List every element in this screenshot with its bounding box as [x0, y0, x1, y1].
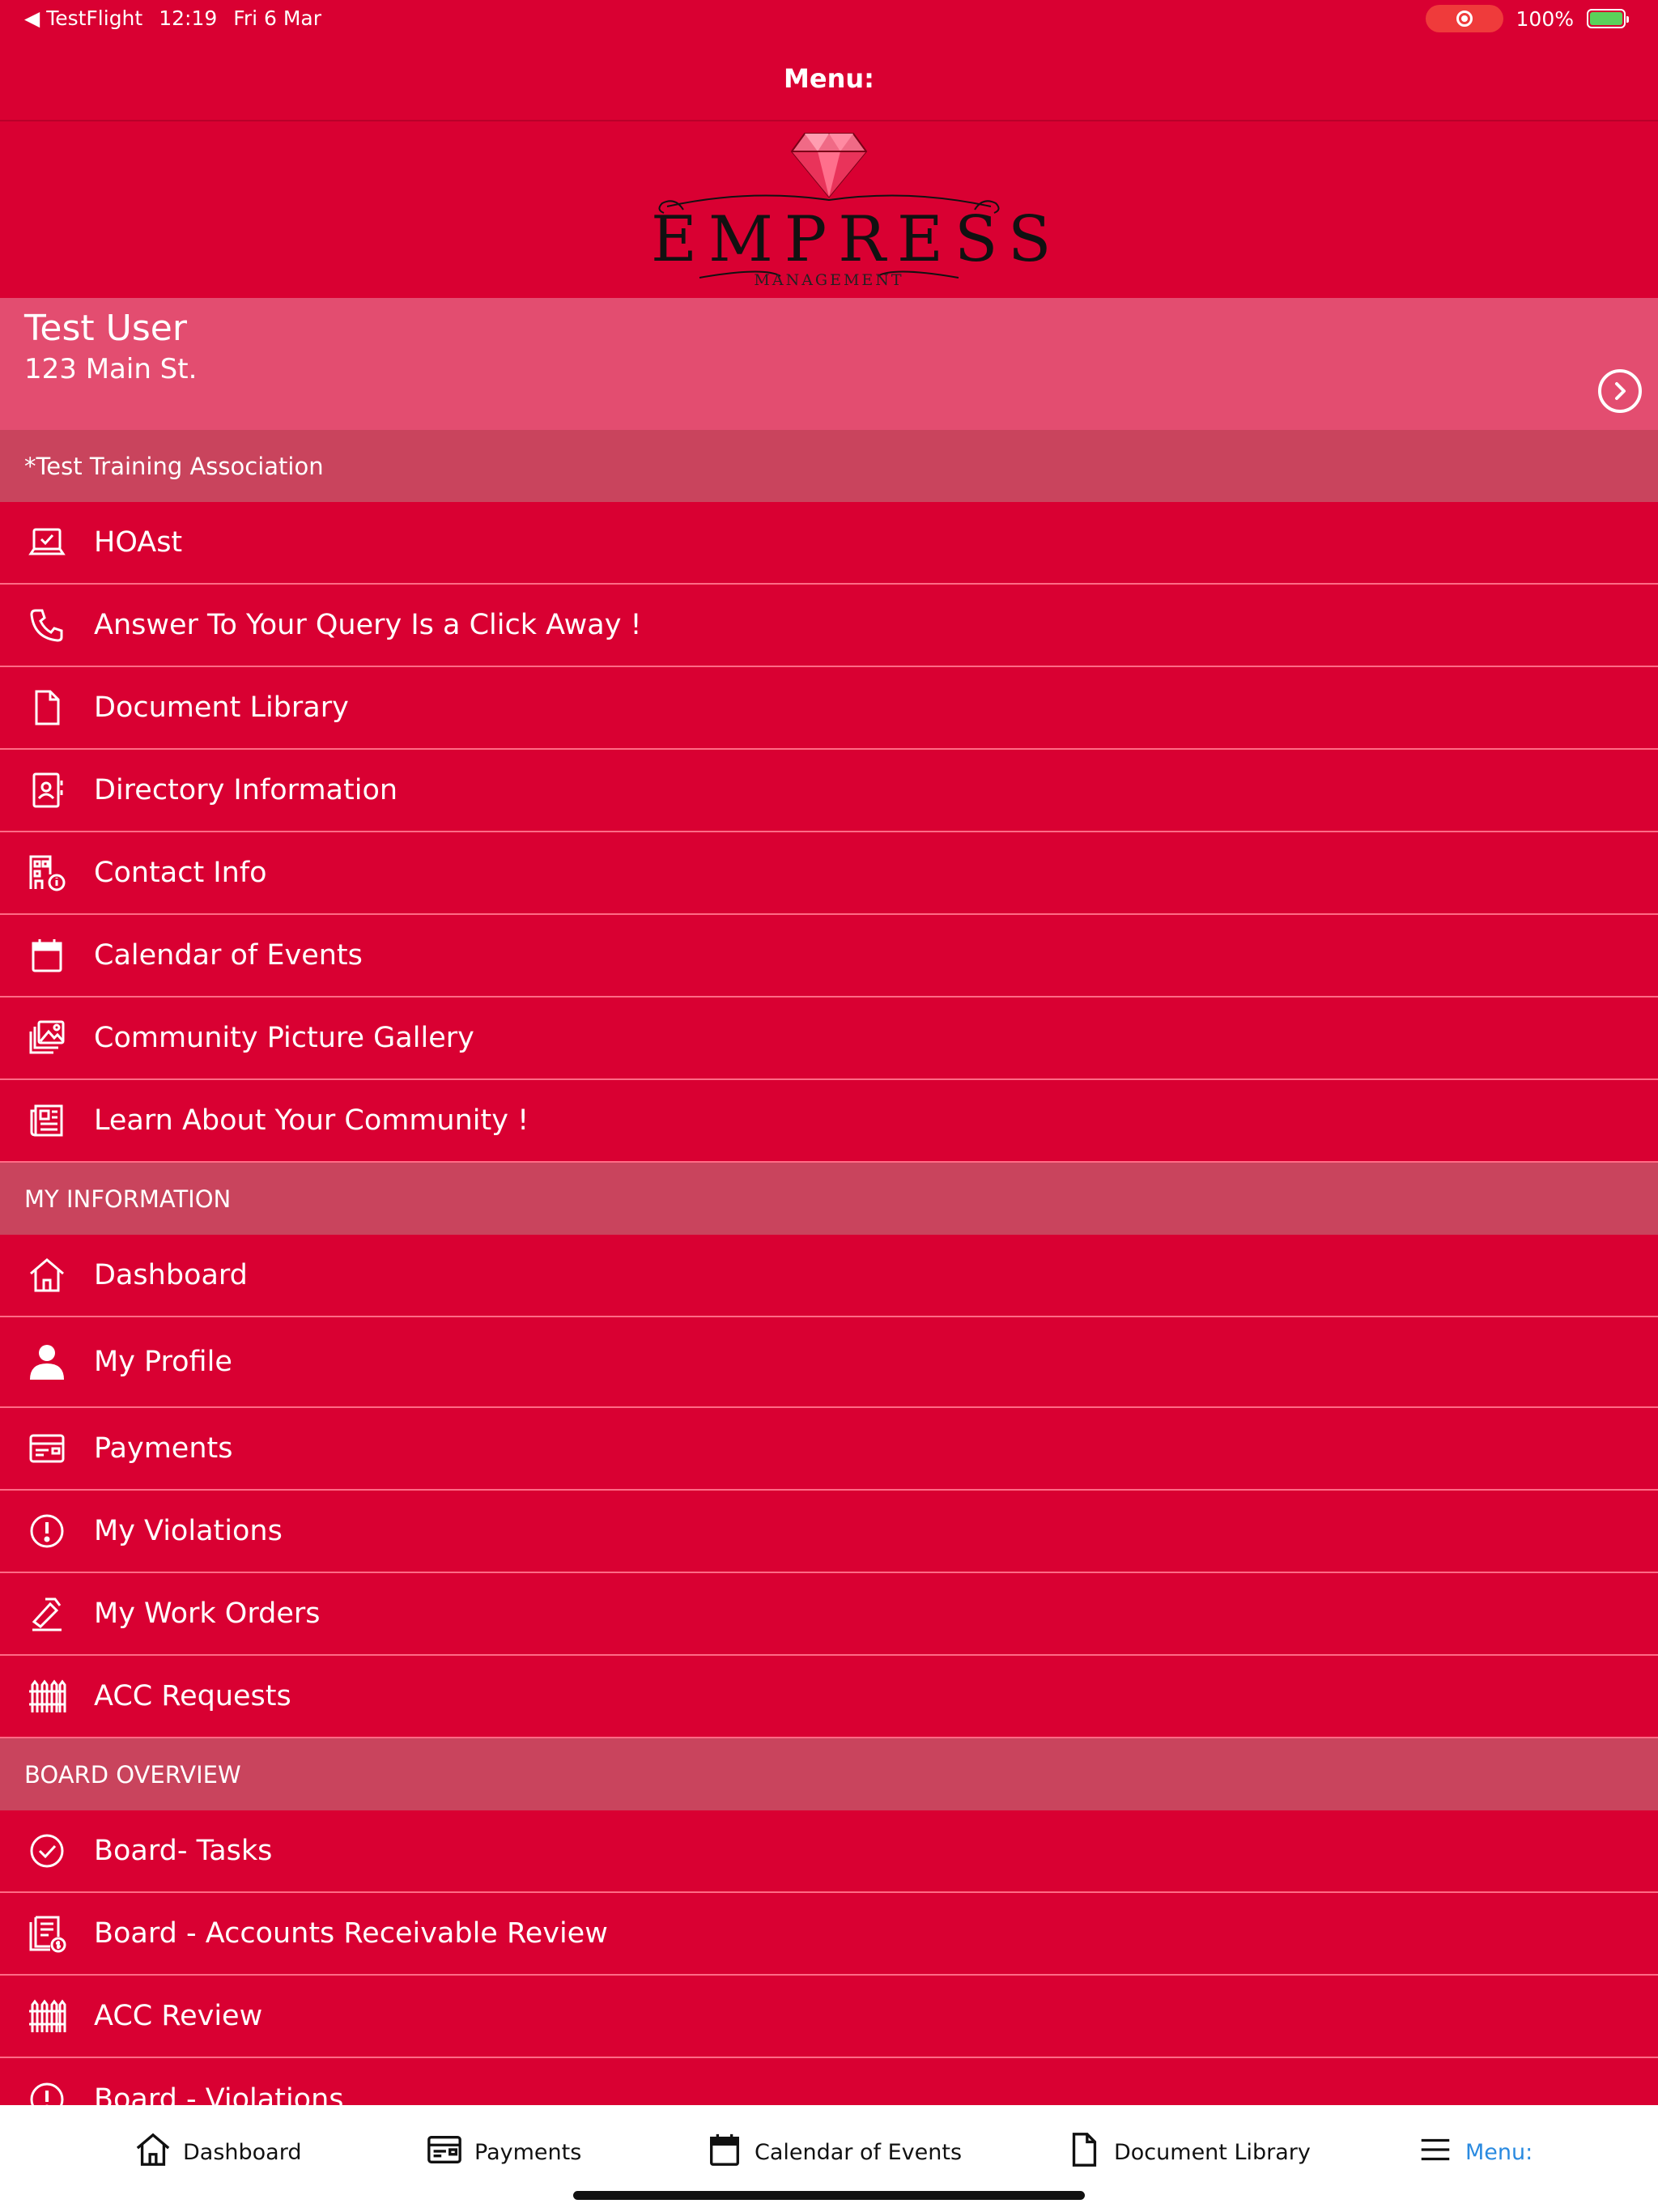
tab-label: Payments	[474, 2139, 582, 2165]
menu-item-label: Payments	[94, 1432, 233, 1465]
page-title: Menu:	[784, 63, 874, 94]
back-app-label: TestFlight	[46, 6, 143, 30]
back-to-app-link[interactable]: ◀ TestFlight	[24, 6, 142, 30]
menu-item-document-library[interactable]: Document Library	[0, 667, 1658, 750]
tab-dashboard[interactable]: Dashboard	[134, 2129, 301, 2175]
logo-area: EMPRESS MANAGEMENT	[0, 121, 1658, 298]
user-name: Test User	[24, 308, 187, 349]
section-header-my-information: MY INFORMATION	[0, 1163, 1658, 1235]
home-icon	[134, 2131, 172, 2174]
phone-icon	[24, 602, 70, 648]
menu-item-accounts-receivable[interactable]: Board - Accounts Receivable Review	[0, 1893, 1658, 1976]
payment-card-icon	[24, 1426, 70, 1471]
home-indicator[interactable]	[573, 2191, 1085, 2200]
receivable-icon	[24, 1911, 70, 1956]
calendar-icon	[706, 2131, 743, 2174]
menu-icon	[1417, 2131, 1454, 2174]
menu-item-label: ACC Requests	[94, 1680, 291, 1712]
status-bar: ◀ TestFlight 12:19 Fri 6 Mar 100%	[0, 0, 1658, 37]
logo-wordmark: EMPRESS	[651, 203, 1063, 276]
menu-item-gallery[interactable]: Community Picture Gallery	[0, 998, 1658, 1080]
tab-menu[interactable]: Menu:	[1417, 2129, 1533, 2175]
battery-percent: 100%	[1516, 6, 1574, 31]
menu-item-learn-community[interactable]: Learn About Your Community !	[0, 1080, 1658, 1163]
menu-item-label: Contact Info	[94, 857, 267, 889]
menu-item-label: Directory Information	[94, 774, 398, 806]
status-time: 12:19	[159, 6, 218, 30]
section-title: MY INFORMATION	[24, 1185, 232, 1213]
newspaper-icon	[24, 1098, 70, 1143]
menu-item-contact-info[interactable]: Contact Info	[0, 832, 1658, 915]
fence-icon	[24, 1674, 70, 1719]
tab-label: Menu:	[1465, 2139, 1533, 2165]
payment-card-icon	[426, 2131, 463, 2174]
chevron-right-icon[interactable]	[1598, 369, 1642, 413]
screen-recording-indicator[interactable]	[1425, 5, 1503, 32]
calendar-icon	[24, 933, 70, 978]
tab-document-library[interactable]: Document Library	[1065, 2129, 1311, 2175]
menu-item-board-tasks[interactable]: Board- Tasks	[0, 1810, 1658, 1893]
menu-item-my-violations[interactable]: My Violations	[0, 1491, 1658, 1573]
menu-item-directory[interactable]: Directory Information	[0, 750, 1658, 832]
battery-icon	[1587, 9, 1629, 28]
menu-item-label: Community Picture Gallery	[94, 1022, 474, 1054]
alert-circle-icon	[24, 1508, 70, 1554]
menu-item-payments[interactable]: Payments	[0, 1408, 1658, 1491]
menu-item-dashboard[interactable]: Dashboard	[0, 1235, 1658, 1317]
check-circle-icon	[24, 1828, 70, 1874]
laptop-check-icon	[24, 520, 70, 565]
tab-calendar-of-events[interactable]: Calendar of Events	[706, 2129, 962, 2175]
building-info-icon	[24, 850, 70, 895]
tab-label: Dashboard	[183, 2139, 302, 2165]
menu-item-calendar[interactable]: Calendar of Events	[0, 915, 1658, 998]
record-icon	[1456, 11, 1473, 27]
section-header-board-overview: BOARD OVERVIEW	[0, 1738, 1658, 1810]
section-title: BOARD OVERVIEW	[24, 1760, 241, 1789]
status-date: Fri 6 Mar	[233, 6, 322, 30]
menu-item-work-orders[interactable]: My Work Orders	[0, 1573, 1658, 1656]
menu-item-label: Answer To Your Query Is a Click Away !	[94, 609, 642, 641]
menu-item-label: Learn About Your Community !	[94, 1104, 529, 1137]
user-address: 123 Main St.	[24, 353, 198, 385]
menu-item-acc-review[interactable]: ACC Review	[0, 1976, 1658, 2058]
menu-item-query[interactable]: Answer To Your Query Is a Click Away !	[0, 585, 1658, 667]
tab-payments[interactable]: Payments	[426, 2129, 581, 2175]
gallery-icon	[24, 1015, 70, 1061]
menu-item-hoast[interactable]: HOAst	[0, 502, 1658, 585]
menu-item-label: My Profile	[94, 1346, 232, 1378]
document-icon	[24, 685, 70, 730]
menu-item-label: Board - Accounts Receivable Review	[94, 1917, 608, 1950]
nav-bar: Menu:	[0, 37, 1658, 121]
home-icon	[24, 1253, 70, 1298]
empress-logo: EMPRESS MANAGEMENT	[651, 129, 1063, 291]
user-profile-card[interactable]: Test User 123 Main St.	[0, 298, 1658, 430]
contact-book-icon	[24, 768, 70, 813]
menu-item-acc-requests[interactable]: ACC Requests	[0, 1656, 1658, 1738]
tools-icon	[24, 1591, 70, 1636]
menu-item-label: HOAst	[94, 526, 183, 559]
person-icon	[24, 1339, 70, 1385]
menu-item-label: Calendar of Events	[94, 939, 363, 972]
menu-item-label: Document Library	[94, 691, 349, 724]
tab-label: Document Library	[1114, 2139, 1311, 2165]
section-header-association: *Test Training Association	[0, 430, 1658, 502]
document-icon	[1065, 2131, 1103, 2174]
logo-subtitle: MANAGEMENT	[754, 271, 904, 289]
menu-item-label: Dashboard	[94, 1259, 248, 1291]
menu-item-my-profile[interactable]: My Profile	[0, 1317, 1658, 1408]
menu-item-label: My Work Orders	[94, 1597, 321, 1630]
menu-item-label: ACC Review	[94, 2000, 263, 2032]
section-title: *Test Training Association	[24, 452, 324, 480]
menu-item-label: Board- Tasks	[94, 1835, 273, 1867]
fence-icon	[24, 1993, 70, 2039]
menu-item-label: My Violations	[94, 1515, 283, 1547]
tab-label: Calendar of Events	[755, 2139, 963, 2165]
